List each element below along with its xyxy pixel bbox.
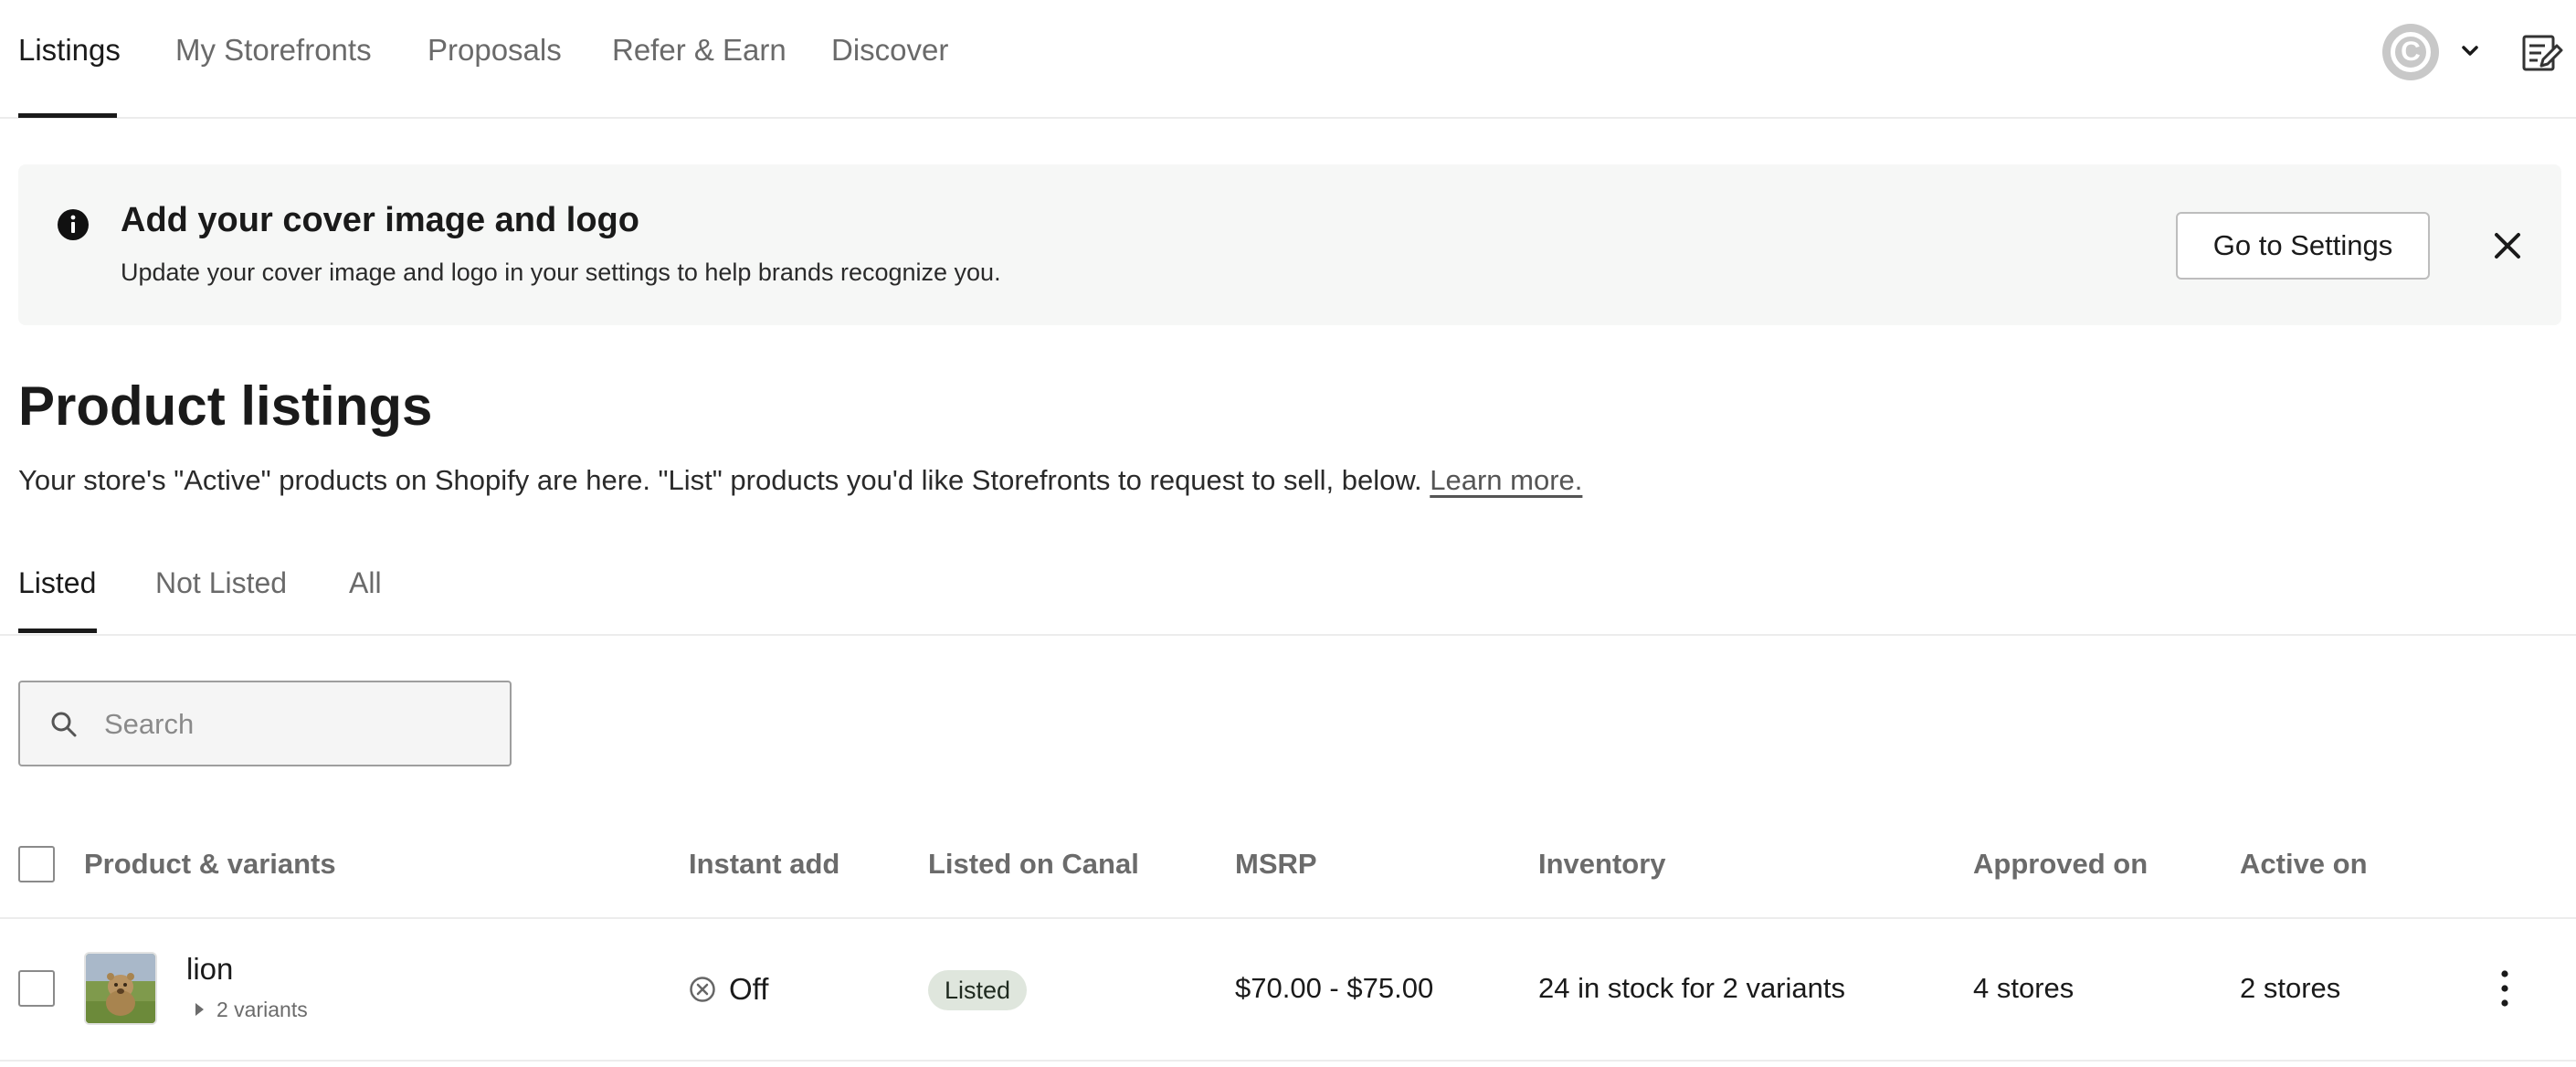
column-header-inventory[interactable]: Inventory <box>1538 848 1666 881</box>
variants-count: 2 variants <box>216 998 308 1021</box>
nav-tab-my-storefronts[interactable]: My Storefronts <box>175 33 372 68</box>
listing-filter-tabs: Listed Not Listed All <box>0 548 2576 636</box>
search-box <box>18 681 512 766</box>
page-description: Your store's "Active" products on Shopif… <box>18 464 1582 497</box>
listed-status-badge: Listed <box>928 970 1028 1010</box>
column-header-product[interactable]: Product & variants <box>84 848 336 881</box>
nav-tab-refer-earn[interactable]: Refer & Earn <box>612 33 787 68</box>
tab-listed[interactable]: Listed <box>18 566 96 600</box>
select-all-checkbox[interactable] <box>18 846 55 882</box>
nav-tab-proposals[interactable]: Proposals <box>428 33 562 68</box>
caret-right-icon <box>195 1002 204 1016</box>
column-header-approved-on[interactable]: Approved on <box>1973 848 2148 881</box>
banner-title: Add your cover image and logo <box>121 201 639 239</box>
column-header-instant-add[interactable]: Instant add <box>689 848 839 881</box>
table-row[interactable]: lion 2 variants Off Listed $70.00 - $75.… <box>0 919 2576 1062</box>
tab-all[interactable]: All <box>349 566 382 600</box>
notes-icon[interactable] <box>2519 31 2563 75</box>
column-header-msrp[interactable]: MSRP <box>1235 848 1317 881</box>
page-title: Product listings <box>18 375 433 437</box>
product-thumbnail[interactable] <box>84 952 157 1025</box>
active-tab-indicator <box>18 113 117 118</box>
column-header-listed-on-canal[interactable]: Listed on Canal <box>928 848 1139 881</box>
search-icon <box>51 712 77 737</box>
variants-toggle[interactable]: 2 variants <box>195 998 308 1022</box>
top-navigation: Listings My Storefronts Proposals Refer … <box>0 0 2576 119</box>
active-on-value[interactable]: 2 stores <box>2240 972 2340 1005</box>
nav-tab-listings[interactable]: Listings <box>18 33 121 68</box>
search-input[interactable] <box>102 682 499 766</box>
table-header: Product & variants Instant add Listed on… <box>0 822 2576 919</box>
page-description-text: Your store's "Active" products on Shopif… <box>18 464 1422 496</box>
nav-tab-discover[interactable]: Discover <box>831 33 948 68</box>
msrp-value: $70.00 - $75.00 <box>1235 972 1434 1004</box>
close-icon[interactable] <box>2492 230 2523 261</box>
avatar[interactable]: C <box>2382 24 2439 80</box>
instant-add-status: Off <box>729 972 769 1006</box>
inventory-value: 24 in stock for 2 variants <box>1538 972 1845 1004</box>
column-header-active-on[interactable]: Active on <box>2240 848 2368 881</box>
off-circle-x-icon <box>690 977 715 1002</box>
chevron-down-icon[interactable] <box>2459 40 2481 62</box>
cover-image-banner: Add your cover image and logo Update you… <box>18 164 2561 325</box>
approved-on-value[interactable]: 4 stores <box>1973 972 2074 1005</box>
go-to-settings-button[interactable]: Go to Settings <box>2176 212 2430 280</box>
learn-more-link[interactable]: Learn more. <box>1430 464 1582 496</box>
tab-not-listed[interactable]: Not Listed <box>155 566 287 600</box>
active-subtab-indicator <box>18 629 97 633</box>
banner-text: Update your cover image and logo in your… <box>121 259 1001 286</box>
avatar-initial: C <box>2391 32 2431 72</box>
lion-image <box>86 954 155 1023</box>
product-name[interactable]: lion <box>186 952 233 987</box>
info-icon <box>58 209 89 240</box>
kebab-menu-icon[interactable] <box>2494 967 2516 1010</box>
row-checkbox[interactable] <box>18 970 55 1007</box>
